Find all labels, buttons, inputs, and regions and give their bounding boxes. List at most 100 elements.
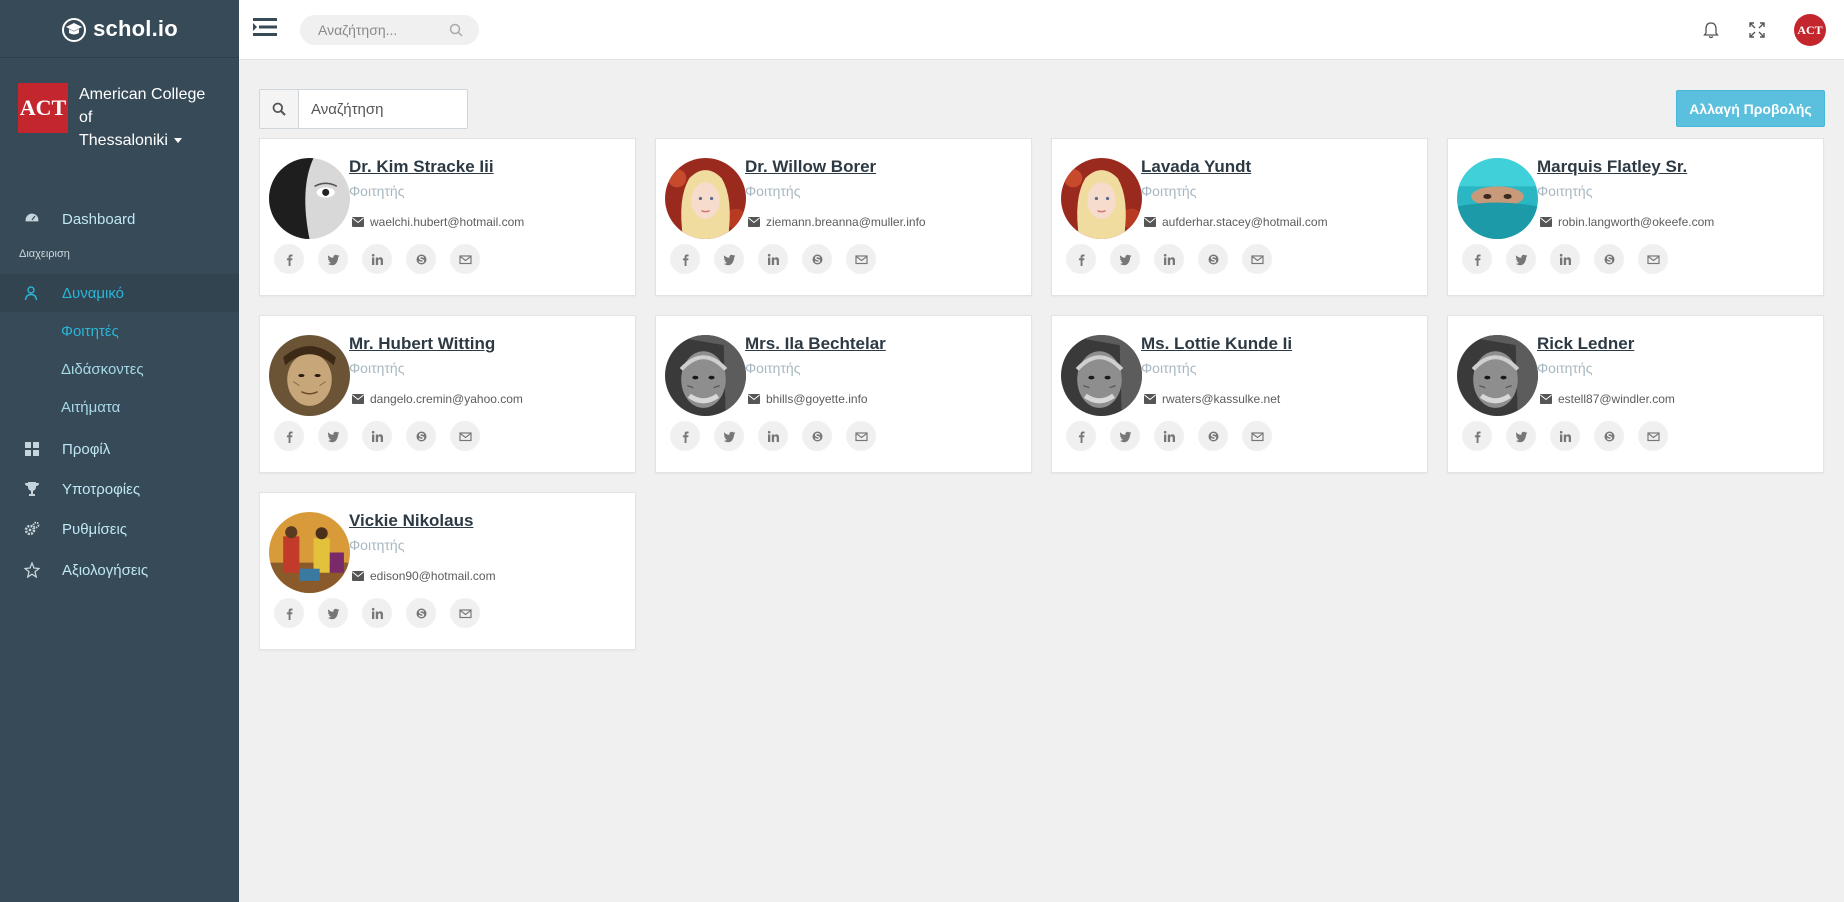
org-name[interactable]: American College of Thessaloniki <box>79 83 221 152</box>
envelope-icon[interactable] <box>450 244 480 274</box>
linkedin-icon[interactable] <box>758 244 788 274</box>
envelope-icon[interactable] <box>450 598 480 628</box>
brand[interactable]: schol.io <box>0 0 239 58</box>
top-search[interactable] <box>300 15 479 45</box>
sub-item-instructors[interactable]: Διδάσκοντες <box>0 350 239 388</box>
facebook-icon[interactable] <box>670 421 700 451</box>
twitter-icon[interactable] <box>1110 421 1140 451</box>
nav-dynamic[interactable]: Δυναμικό <box>0 274 239 312</box>
skype-icon[interactable] <box>802 421 832 451</box>
linkedin-icon[interactable] <box>758 421 788 451</box>
person-card[interactable]: Lavada Yundt Φοιτητής aufderhar.stacey@h… <box>1051 138 1428 296</box>
person-email: ziemann.breanna@muller.info <box>748 215 926 229</box>
fullscreen-icon[interactable] <box>1734 12 1780 48</box>
person-name[interactable]: Vickie Nikolaus <box>349 511 473 531</box>
linkedin-icon[interactable] <box>1154 244 1184 274</box>
skype-icon[interactable] <box>802 244 832 274</box>
change-view-button[interactable]: Αλλαγή Προβολής <box>1676 90 1825 127</box>
person-name[interactable]: Dr. Willow Borer <box>745 157 876 177</box>
envelope-icon[interactable] <box>1242 421 1272 451</box>
linkedin-icon[interactable] <box>362 421 392 451</box>
person-email: aufderhar.stacey@hotmail.com <box>1144 215 1328 229</box>
nav-reviews[interactable]: Αξιολογήσεις <box>0 549 239 591</box>
nav-dashboard[interactable]: Dashboard <box>0 200 239 238</box>
sub-item-requests[interactable]: Αιτήματα <box>0 388 239 426</box>
facebook-icon[interactable] <box>274 421 304 451</box>
person-photo <box>665 335 746 416</box>
nav-scholarships[interactable]: Υποτροφίες <box>0 469 239 509</box>
skype-icon[interactable] <box>1594 421 1624 451</box>
envelope-icon[interactable] <box>1638 244 1668 274</box>
twitter-icon[interactable] <box>1110 244 1140 274</box>
search-icon <box>260 90 299 128</box>
linkedin-icon[interactable] <box>362 598 392 628</box>
facebook-icon[interactable] <box>1462 421 1492 451</box>
person-name[interactable]: Marquis Flatley Sr. <box>1537 157 1687 177</box>
facebook-icon[interactable] <box>274 598 304 628</box>
twitter-icon[interactable] <box>318 421 348 451</box>
twitter-icon[interactable] <box>318 598 348 628</box>
twitter-icon[interactable] <box>1506 244 1536 274</box>
person-name[interactable]: Mrs. Ila Bechtelar <box>745 334 886 354</box>
person-name[interactable]: Lavada Yundt <box>1141 157 1251 177</box>
facebook-icon[interactable] <box>1066 244 1096 274</box>
person-name[interactable]: Rick Ledner <box>1537 334 1634 354</box>
person-email: bhills@goyette.info <box>748 392 868 406</box>
person-photo <box>1457 158 1538 239</box>
person-card[interactable]: Ms. Lottie Kunde Ii Φοιτητής rwaters@kas… <box>1051 315 1428 473</box>
person-card[interactable]: Dr. Willow Borer Φοιτητής ziemann.breann… <box>655 138 1032 296</box>
twitter-icon[interactable] <box>318 244 348 274</box>
facebook-icon[interactable] <box>1066 421 1096 451</box>
skype-icon[interactable] <box>1198 421 1228 451</box>
twitter-icon[interactable] <box>1506 421 1536 451</box>
envelope-icon <box>1144 217 1156 227</box>
person-card[interactable]: Dr. Kim Stracke Iii Φοιτητής waelchi.hub… <box>259 138 636 296</box>
bell-icon[interactable] <box>1688 12 1734 48</box>
social-links <box>274 244 480 274</box>
person-name[interactable]: Dr. Kim Stracke Iii <box>349 157 494 177</box>
content-search[interactable] <box>259 89 468 129</box>
person-email-text: dangelo.cremin@yahoo.com <box>370 392 523 406</box>
person-name[interactable]: Mr. Hubert Witting <box>349 334 495 354</box>
person-card[interactable]: Marquis Flatley Sr. Φοιτητής robin.langw… <box>1447 138 1824 296</box>
nav-reviews-label: Αξιολογήσεις <box>62 561 149 579</box>
gears-icon <box>22 519 42 539</box>
person-email-text: estell87@windler.com <box>1558 392 1675 406</box>
skype-icon[interactable] <box>406 244 436 274</box>
nav-profile[interactable]: Προφίλ <box>0 429 239 469</box>
person-card[interactable]: Mr. Hubert Witting Φοιτητής dangelo.crem… <box>259 315 636 473</box>
sub-item-students[interactable]: Φοιτητές <box>0 312 239 350</box>
twitter-icon[interactable] <box>714 421 744 451</box>
organization-switcher[interactable]: ACT American College of Thessaloniki <box>0 58 239 198</box>
skype-icon[interactable] <box>406 598 436 628</box>
nav-settings[interactable]: Ρυθμίσεις <box>0 509 239 549</box>
social-links <box>274 598 480 628</box>
menu-toggle-icon[interactable] <box>253 16 277 38</box>
skype-icon[interactable] <box>1594 244 1624 274</box>
envelope-icon[interactable] <box>1242 244 1272 274</box>
person-card[interactable]: Vickie Nikolaus Φοιτητής edison90@hotmai… <box>259 492 636 650</box>
envelope-icon[interactable] <box>846 421 876 451</box>
content-search-input[interactable] <box>299 90 459 128</box>
facebook-icon[interactable] <box>1462 244 1492 274</box>
skype-icon[interactable] <box>406 421 436 451</box>
facebook-icon[interactable] <box>670 244 700 274</box>
linkedin-icon[interactable] <box>1154 421 1184 451</box>
skype-icon[interactable] <box>1198 244 1228 274</box>
envelope-icon[interactable] <box>846 244 876 274</box>
twitter-icon[interactable] <box>714 244 744 274</box>
nav-scholarships-label: Υποτροφίες <box>62 480 141 498</box>
envelope-icon[interactable] <box>450 421 480 451</box>
linkedin-icon[interactable] <box>1550 244 1580 274</box>
brand-name: schol.io <box>93 15 178 41</box>
linkedin-icon[interactable] <box>1550 421 1580 451</box>
top-search-input[interactable] <box>318 22 438 38</box>
facebook-icon[interactable] <box>274 244 304 274</box>
user-avatar[interactable]: ACT <box>1794 14 1826 46</box>
person-card[interactable]: Rick Ledner Φοιτητής estell87@windler.co… <box>1447 315 1824 473</box>
envelope-icon[interactable] <box>1638 421 1668 451</box>
person-card[interactable]: Mrs. Ila Bechtelar Φοιτητής bhills@goyet… <box>655 315 1032 473</box>
linkedin-icon[interactable] <box>362 244 392 274</box>
search-icon[interactable] <box>449 23 463 37</box>
person-name[interactable]: Ms. Lottie Kunde Ii <box>1141 334 1292 354</box>
